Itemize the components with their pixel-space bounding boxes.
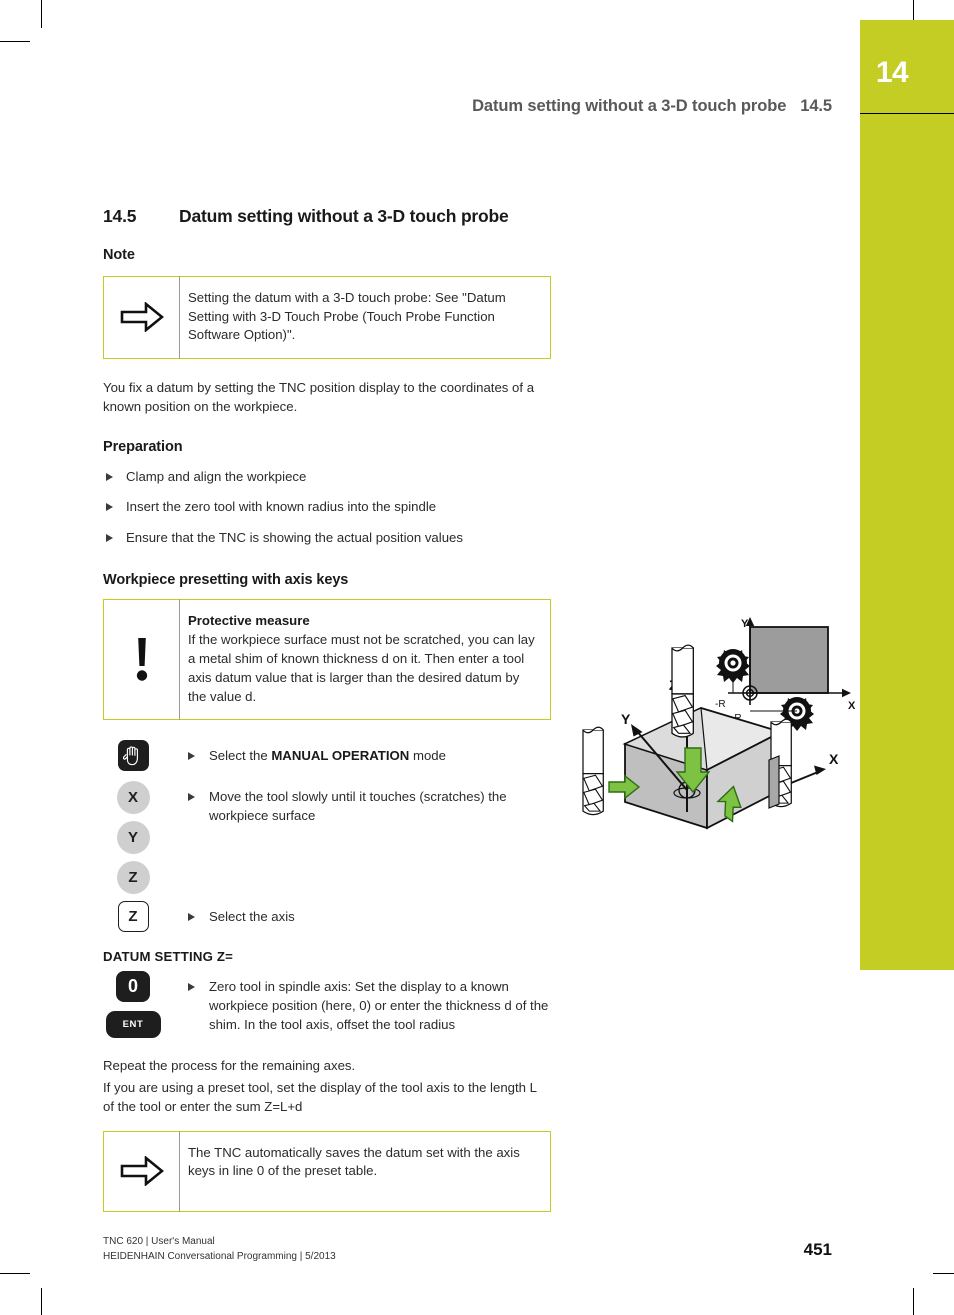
key-column: Z xyxy=(103,901,163,933)
key-step-row: Select the MANUAL OPERATION mode xyxy=(103,740,551,781)
section-title: Datum setting without a 3-D touch probe xyxy=(179,206,509,226)
list-item: Ensure that the TNC is showing the actua… xyxy=(103,529,551,548)
footer: TNC 620 | User's Manual HEIDENHAIN Conve… xyxy=(103,1235,336,1264)
bullet-triangle-icon xyxy=(188,793,195,802)
list-item-label: Insert the zero tool with known radius i… xyxy=(126,499,437,515)
page-number: 451 xyxy=(803,1240,832,1259)
key-step-row: Y xyxy=(103,821,551,861)
callout-divider xyxy=(179,598,180,721)
list-item-label: Clamp and align the workpiece xyxy=(126,468,307,484)
note-heading: Note xyxy=(103,246,135,263)
closing-line-2: If you are using a preset tool, set the … xyxy=(103,1080,537,1114)
crop-mark-bottom-left-vertical xyxy=(41,1288,42,1315)
numeric-key-zero-icon[interactable]: 0 xyxy=(116,971,150,1003)
header-rule xyxy=(860,113,954,114)
presetting-heading: Workpiece presetting with axis keys xyxy=(103,571,349,588)
soft-key-z-icon[interactable]: Z xyxy=(117,901,149,933)
svg-text:Y: Y xyxy=(741,618,749,630)
footer-line-2: HEIDENHAIN Conversational Programming | … xyxy=(103,1250,336,1262)
page-title: 14.5 Datum setting without a 3-D touch pr… xyxy=(103,204,551,229)
svg-text:Y: Y xyxy=(621,711,631,727)
datum-setting-text: Zero tool in spindle axis: Set the displ… xyxy=(187,971,551,1034)
hand-icon[interactable] xyxy=(117,740,149,772)
running-header-title: Datum setting without a 3-D touch probe xyxy=(472,97,787,115)
crop-mark-top-left-horizontal xyxy=(0,41,30,42)
key-steps-list: Select the MANUAL OPERATION mode X Move … xyxy=(103,740,551,941)
bullet-triangle-icon xyxy=(106,472,113,481)
axis-key-z-icon[interactable]: Z xyxy=(116,861,150,895)
bullet-triangle-icon xyxy=(188,983,195,992)
key-step-label: Select the MANUAL OPERATION mode xyxy=(187,747,551,766)
list-item: Insert the zero tool with known radius i… xyxy=(103,498,551,517)
exclamation-mark-icon xyxy=(104,600,179,720)
crop-mark-bottom-right-vertical xyxy=(913,1288,914,1315)
axis-key-z-label: Z xyxy=(128,869,138,887)
axis-key-y-label: Y xyxy=(127,829,138,847)
crop-mark-top-left-vertical xyxy=(41,0,42,28)
key-step-row: X Move the tool slowly until it touches … xyxy=(103,781,551,823)
preparation-heading: Preparation xyxy=(103,438,183,455)
crop-mark-bottom-left-horizontal xyxy=(0,1273,30,1274)
list-item-label: Ensure that the TNC is showing the actua… xyxy=(126,529,463,545)
bullet-triangle-icon xyxy=(188,752,195,761)
svg-text:X: X xyxy=(848,700,855,712)
list-item: Clamp and align the workpiece xyxy=(103,468,551,487)
footer-line-1: TNC 620 | User's Manual xyxy=(103,1236,215,1247)
enter-key-label: ENT xyxy=(122,1019,144,1031)
enter-key-icon[interactable]: ENT xyxy=(105,1011,161,1039)
key-column xyxy=(103,740,163,772)
crop-mark-bottom-right-horizontal xyxy=(933,1273,954,1274)
preparation-list: Clamp and align the workpiece Insert the… xyxy=(103,468,551,548)
key-column: X xyxy=(103,781,163,815)
note-callout: Setting the datum with a 3-D touch probe… xyxy=(103,275,551,360)
key-step-label: Select the axis xyxy=(209,909,295,925)
key-column: Z xyxy=(103,861,163,895)
datum-setting-workpiece-illustration: Y X -R -R xyxy=(573,612,856,862)
bullet-triangle-icon xyxy=(106,503,113,512)
key-column: 0 ENT xyxy=(103,971,163,1039)
bullet-triangle-icon xyxy=(106,533,113,542)
key-step-text: Select the MANUAL OPERATION mode xyxy=(187,740,551,773)
callout-divider xyxy=(179,275,180,360)
warning-callout-text: If the workpiece surface must not be scr… xyxy=(188,632,535,704)
intro-paragraph: You fix a datum by setting the TNC posit… xyxy=(103,380,535,414)
svg-text:X: X xyxy=(829,751,839,767)
key-step-text-after: mode xyxy=(409,748,446,764)
arrow-right-outline-icon xyxy=(104,277,179,358)
running-header-section-number: 14.5 xyxy=(800,97,832,115)
key-step-label: Move the tool slowly until it touches (s… xyxy=(209,789,507,824)
final-note-callout-text: The TNC automatically saves the datum se… xyxy=(188,1144,520,1179)
final-note-callout: The TNC automatically saves the datum se… xyxy=(103,1130,551,1213)
key-step-text-before: Select the xyxy=(209,748,272,764)
arrow-right-outline-icon xyxy=(104,1132,179,1211)
warning-callout-body: Protective measure If the workpiece surf… xyxy=(188,600,550,720)
warning-callout-title: Protective measure xyxy=(188,612,310,628)
warning-callout: Protective measure If the workpiece surf… xyxy=(103,598,551,721)
key-column: Y xyxy=(103,821,163,855)
datum-setting-label: DATUM SETTING Z= xyxy=(103,949,234,965)
note-callout-text: Setting the datum with a 3-D touch probe… xyxy=(188,289,506,343)
key-step-text-bold: MANUAL OPERATION xyxy=(271,748,410,764)
chapter-tab xyxy=(860,20,954,970)
key-step-row: Z Select the axis xyxy=(103,901,551,941)
datum-setting-label-text: Zero tool in spindle axis: Set the displ… xyxy=(209,979,549,1032)
axis-key-y-icon[interactable]: Y xyxy=(116,821,150,855)
page-content: 14.5 Datum setting without a 3-D touch pr… xyxy=(103,204,551,1232)
key-step-row: Z xyxy=(103,861,551,901)
axis-key-x-label: X xyxy=(127,789,138,807)
section-number: 14.5 xyxy=(103,206,137,226)
closing-line-1: Repeat the process for the remaining axe… xyxy=(103,1058,356,1074)
running-header: Datum setting without a 3-D touch probe 1… xyxy=(360,97,832,116)
key-step-text: Select the axis xyxy=(187,901,551,934)
axis-key-x-icon[interactable]: X xyxy=(116,781,150,815)
bullet-triangle-icon xyxy=(188,913,195,922)
datum-setting-row: 0 ENT Zero tool in spindle axis: Set the… xyxy=(103,971,551,1041)
chapter-number: 14 xyxy=(875,56,909,89)
callout-divider xyxy=(179,1130,180,1213)
svg-text:-R: -R xyxy=(715,699,726,710)
numeric-key-zero-label: 0 xyxy=(127,976,138,997)
key-step-text: Move the tool slowly until it touches (s… xyxy=(187,781,551,825)
soft-key-z-label: Z xyxy=(128,908,138,926)
